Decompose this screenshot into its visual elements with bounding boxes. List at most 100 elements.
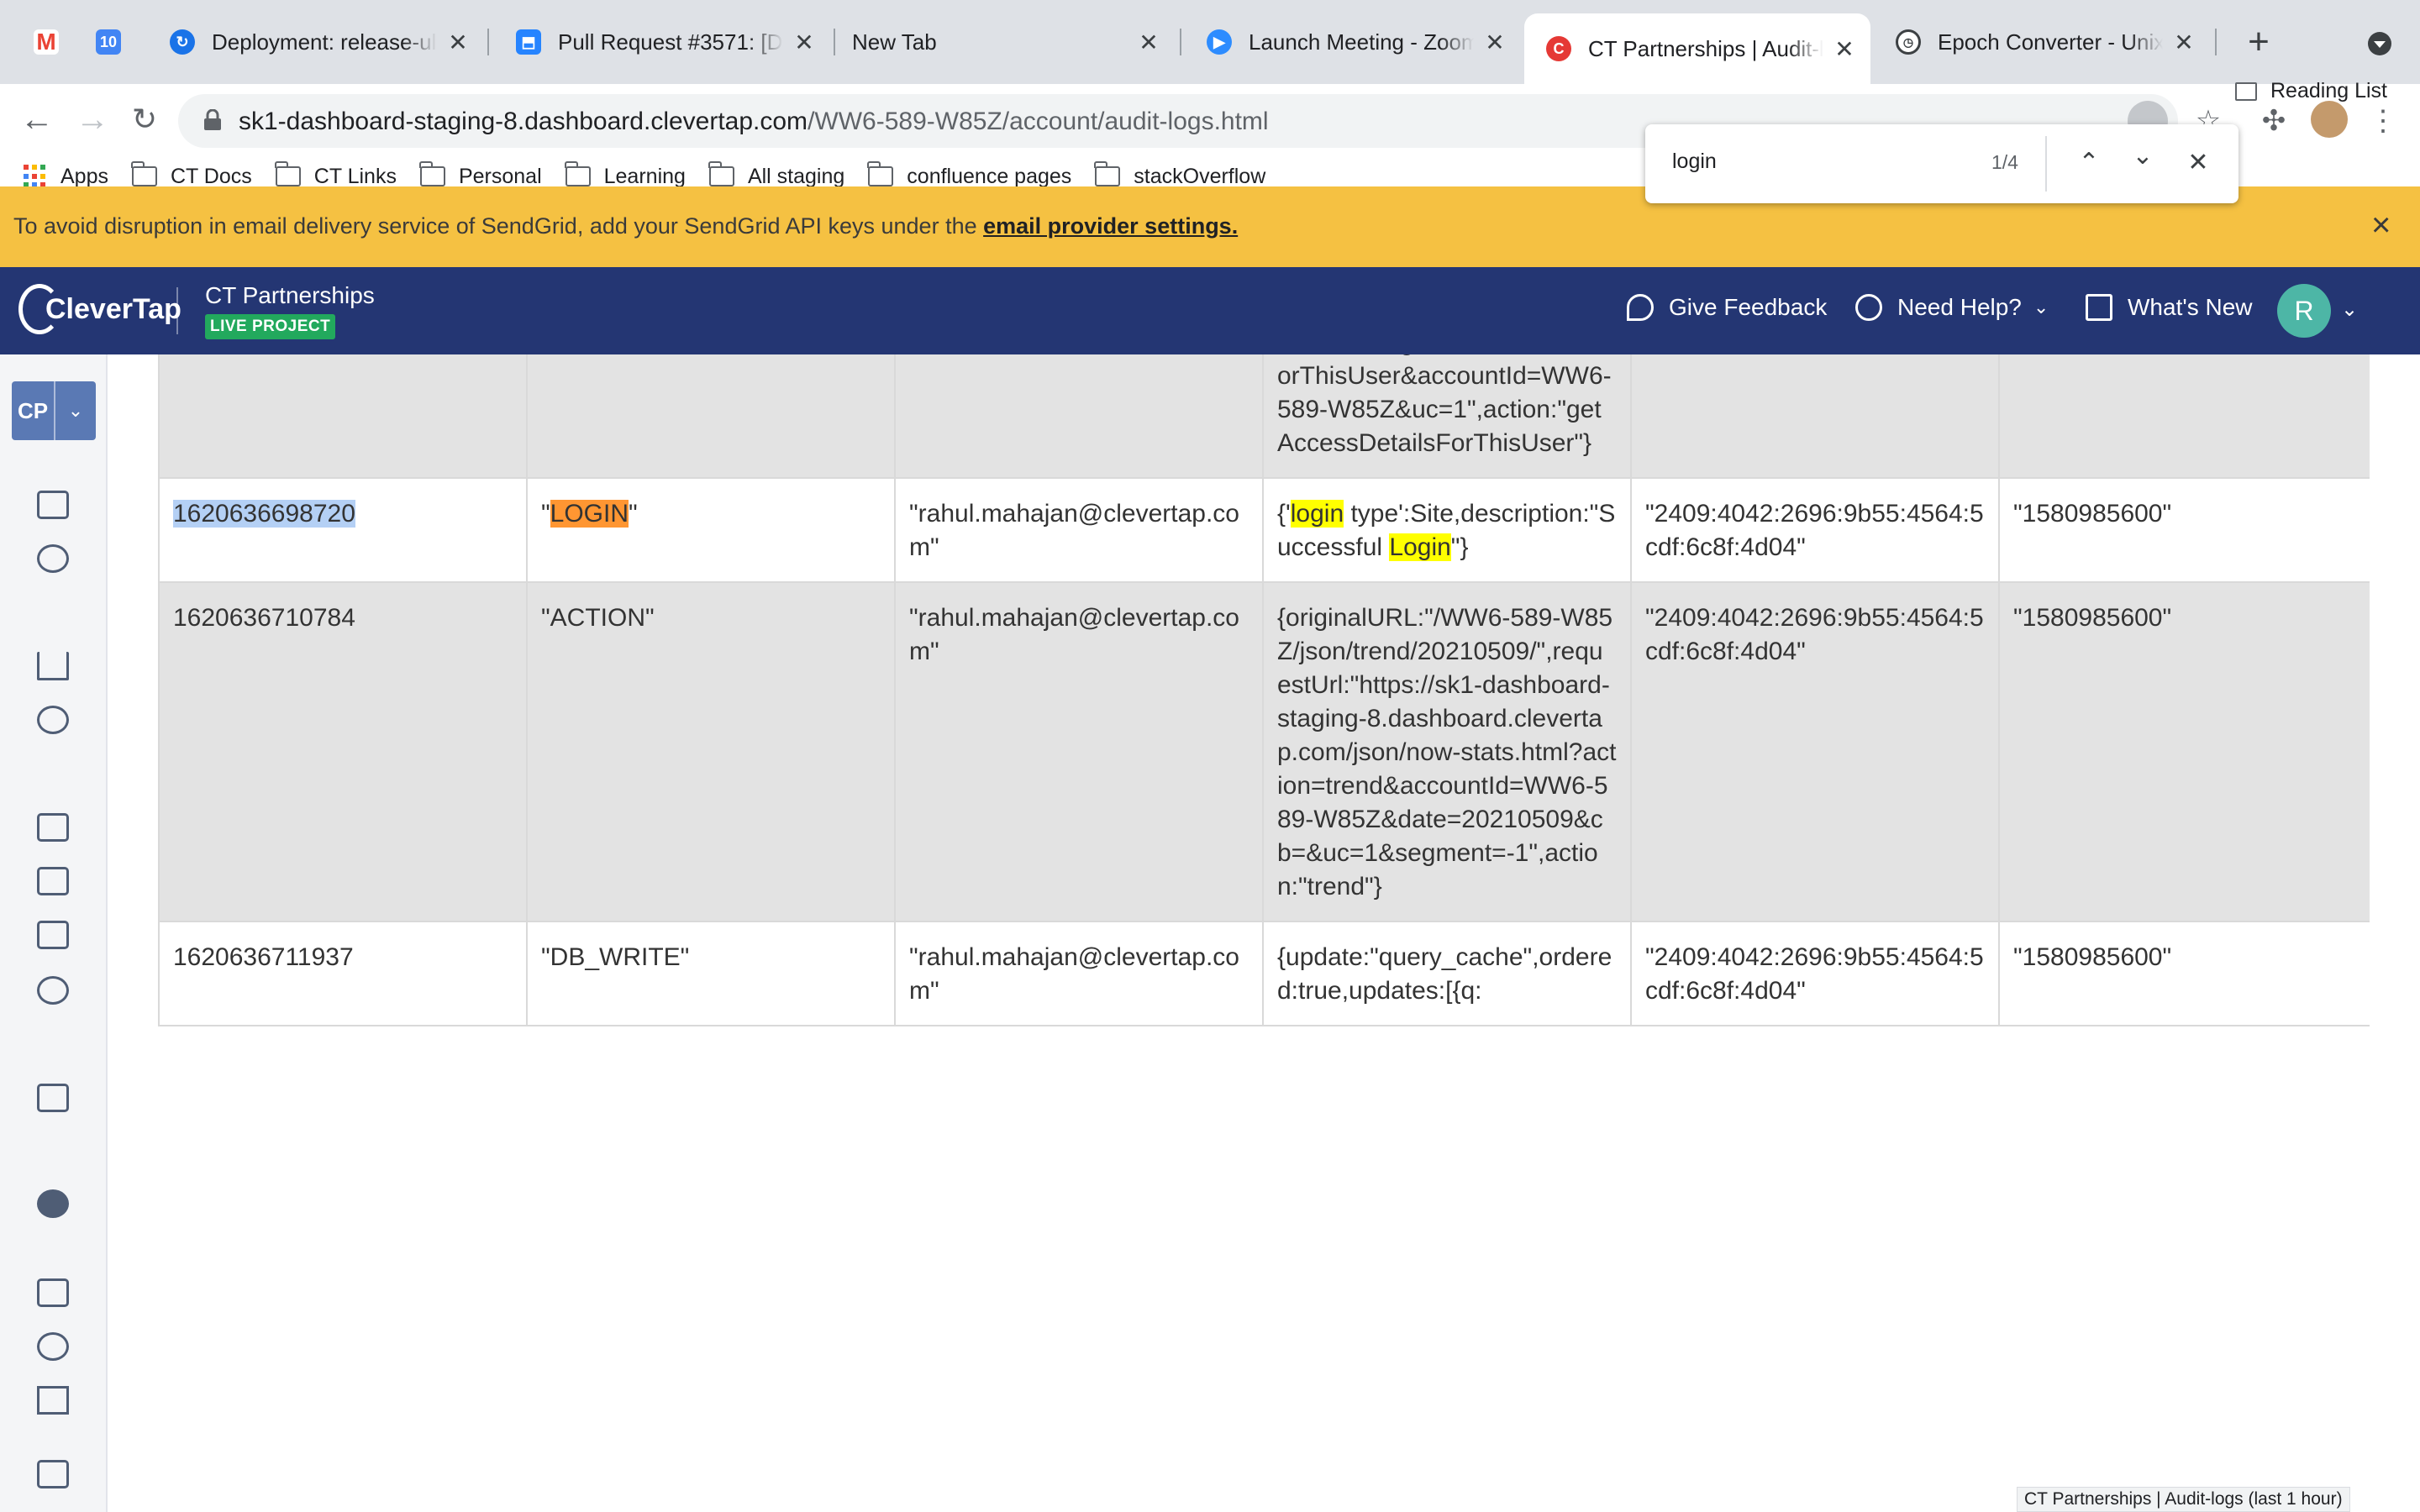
tab-title: Epoch Converter - Unix T	[1938, 29, 2163, 55]
tab-audit-logs[interactable]: C CT Partnerships | Audit-l ✕	[1524, 13, 1870, 84]
find-match-highlight: login	[1290, 500, 1344, 528]
live-project-badge: LIVE PROJECT	[205, 314, 336, 339]
tab-strip: M 10 ↻ Deployment: release-ultr ✕ ⬒ Pull…	[0, 0, 2420, 84]
catalog-icon[interactable]	[37, 1084, 69, 1112]
find-input[interactable]: login	[1672, 150, 1717, 174]
support-icon[interactable]	[37, 976, 69, 1005]
close-icon[interactable]: ✕	[1832, 35, 1857, 63]
tab-zoom[interactable]: ▶ Launch Meeting - Zoom ✕	[1185, 13, 1521, 71]
chat-bubble-icon	[1627, 294, 1654, 321]
close-icon[interactable]: ×	[2371, 207, 2391, 244]
bar-chart-icon[interactable]	[37, 652, 69, 680]
close-icon[interactable]: ✕	[1482, 29, 1507, 56]
extensions-icon[interactable]: ✣	[2254, 101, 2294, 141]
bookmark-label: Personal	[458, 164, 542, 188]
bookmark-icon[interactable]	[37, 1278, 69, 1307]
folder-icon	[564, 161, 591, 186]
tab-deployment[interactable]: ↻ Deployment: release-ultr ✕	[148, 13, 484, 71]
bookmark-ct-links[interactable]: CT Links	[274, 161, 397, 189]
table-cell: "rahul.mahajan@clevertap.com"	[894, 354, 1264, 479]
bookmark-personal[interactable]: Personal	[418, 161, 542, 189]
reading-list-label: Reading List	[2270, 79, 2387, 102]
table-cell: {originalURL:"/WW6-589-W85Z/json/trend/2…	[1262, 581, 1632, 922]
table-cell: "2409:4042:2696:9b55:4564:5cdf:6c8f:4d04…	[1630, 581, 2000, 922]
bookmark-label: stackOverflow	[1134, 164, 1266, 188]
tab-epoch-converter[interactable]: ◷ Epoch Converter - Unix T ✕	[1874, 13, 2210, 71]
project-switcher[interactable]: CP ⌄	[12, 381, 96, 440]
messages-icon[interactable]	[37, 813, 69, 842]
audit-log-table: ccountId=WW6-589-W85Z&cb=&uc=1&segment=-…	[158, 354, 2370, 1026]
bookmark-label: confluence pages	[907, 164, 1072, 188]
close-icon[interactable]: ✕	[792, 29, 817, 56]
bookmark-all-staging[interactable]: All staging	[708, 161, 844, 189]
apps-grid-icon	[24, 165, 47, 188]
chevron-down-icon[interactable]: ⌄	[2341, 297, 2358, 322]
menu-icon[interactable]: ⋮	[2363, 101, 2403, 141]
user-avatar[interactable]: R	[2277, 284, 2331, 338]
table-cell: 1620636710784	[158, 581, 528, 922]
bookmark-apps[interactable]: Apps	[24, 165, 108, 189]
table-cell: "2409:4042:2696:9b55:4564:5cdf:6c8f:4d04…	[1630, 477, 2000, 583]
close-icon[interactable]: ✕	[445, 29, 471, 56]
hierarchy-icon[interactable]	[37, 1460, 69, 1488]
table-cell: "2409:4042:2696:9b55:4564:5cdf:6c8f:4d04…	[1630, 921, 2000, 1026]
bookmark-label: CT Links	[313, 164, 397, 188]
table-cell: "ACTION"	[526, 581, 896, 922]
chevron-down-icon[interactable]: ⌄	[2124, 138, 2161, 175]
bookmark-confluence[interactable]: confluence pages	[867, 161, 1072, 189]
back-icon[interactable]: ←	[17, 99, 57, 139]
need-help-button[interactable]: Need Help? ⌄	[1855, 294, 2049, 321]
user-settings-icon[interactable]	[37, 1189, 69, 1218]
analytics-icon[interactable]	[37, 544, 69, 573]
tab-gmail[interactable]: M	[12, 13, 76, 71]
table-cell: "DB_WRITE"	[526, 921, 896, 1026]
bookmark-stackoverflow[interactable]: stackOverflow	[1094, 161, 1266, 189]
bookmark-label: Apps	[60, 164, 108, 188]
logo-text: CleverTap	[45, 292, 182, 325]
forward-icon[interactable]: →	[72, 99, 113, 139]
gear-icon[interactable]	[37, 1332, 69, 1361]
new-tab-button[interactable]: +	[2235, 20, 2282, 67]
banner-message: To avoid disruption in email delivery se…	[13, 213, 984, 239]
warning-icon[interactable]	[37, 1386, 69, 1415]
chevron-down-icon: ⌄	[67, 400, 84, 421]
close-icon[interactable]: ✕	[2180, 144, 2217, 181]
bookmark-ct-docs[interactable]: CT Docs	[130, 161, 252, 189]
tab-title: Pull Request #3571: [DEV	[558, 29, 783, 55]
tab-new-tab[interactable]: New Tab ✕	[839, 13, 1175, 71]
table-cell: "rahul.mahajan@clevertap.com"	[894, 921, 1264, 1026]
gift-icon	[2086, 294, 2112, 321]
tab-title: Deployment: release-ultr	[212, 29, 437, 55]
table-row: 1620635138276"ACTION""rahul.mahajan@clev…	[158, 354, 2370, 479]
reading-list-button[interactable]: Reading List	[2235, 79, 2387, 103]
segments-icon[interactable]	[37, 706, 69, 734]
table-cell: "2409:4042:2696:9b55:4564:5cdf:6c8f:4d04…	[1630, 354, 2000, 479]
folder-icon	[274, 161, 301, 186]
tab-pull-request[interactable]: ⬒ Pull Request #3571: [DEV ✕	[494, 13, 830, 71]
reload-icon[interactable]: ↻	[124, 99, 165, 139]
close-icon[interactable]: ✕	[2171, 29, 2196, 56]
tab-search-icon[interactable]	[2368, 32, 2391, 55]
bookmark-learning[interactable]: Learning	[564, 161, 686, 189]
clevertap-logo[interactable]: CleverTap	[18, 284, 182, 334]
deploy-icon: ↻	[170, 29, 195, 55]
tab-separator	[834, 29, 835, 55]
close-icon[interactable]: ✕	[1136, 29, 1161, 56]
bookmark-label: Learning	[603, 164, 686, 188]
left-navigation-rail: CP ⌄	[0, 354, 108, 1512]
journeys-icon[interactable]	[37, 867, 69, 895]
profile-avatar[interactable]	[2311, 101, 2348, 138]
status-tooltip: CT Partnerships | Audit-logs (last 1 hou…	[2017, 1487, 2350, 1512]
project-name[interactable]: CT Partnerships	[205, 282, 375, 309]
dashboard-icon[interactable]	[37, 491, 69, 519]
whats-new-button[interactable]: What's New	[2086, 294, 2253, 321]
table-row: 1620636710784 "ACTION" "rahul.mahajan@clev…	[158, 581, 2370, 922]
campaigns-icon[interactable]	[37, 921, 69, 949]
give-feedback-button[interactable]: Give Feedback	[1627, 294, 1827, 321]
audit-log-table-container[interactable]: ccountId=WW6-589-W85Z&cb=&uc=1&segment=-…	[158, 354, 2370, 1512]
url-path: /WW6-589-W85Z/account/audit-logs.html	[808, 108, 1269, 135]
header-divider	[176, 287, 178, 334]
chevron-up-icon[interactable]: ⌃	[2070, 144, 2107, 181]
email-provider-settings-link[interactable]: email provider settings.	[983, 213, 1238, 239]
tab-calendar[interactable]: 10	[81, 13, 145, 71]
